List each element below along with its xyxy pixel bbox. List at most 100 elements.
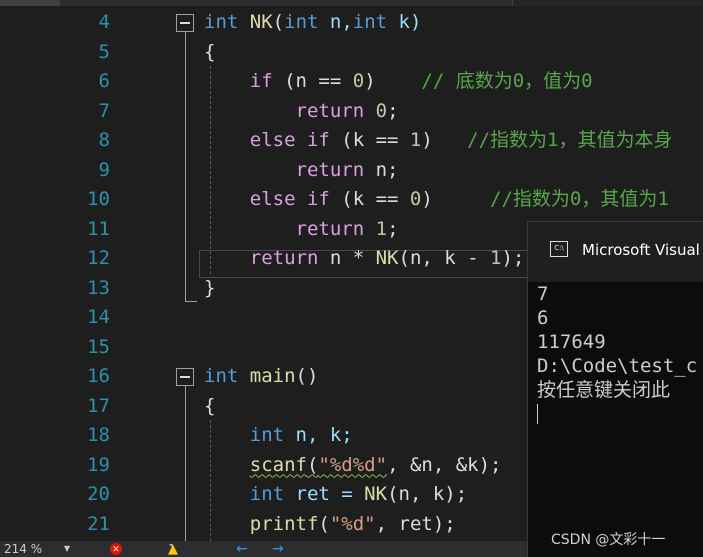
code-token: int (352, 11, 388, 33)
code-token: int (284, 11, 319, 33)
code-token: } (204, 276, 216, 299)
code-token: ) (421, 129, 433, 151)
code-string: "%d" (329, 512, 376, 535)
code-token: ; (387, 99, 399, 122)
warning-triangle-icon: ▲ (168, 542, 178, 557)
code-token: printf (249, 512, 319, 535)
code-line-7[interactable]: return 0; (204, 97, 399, 127)
line-number: 9 (98, 158, 110, 181)
warning-indicator[interactable]: ▲ 1 (168, 542, 178, 557)
code-token: n, k; (284, 424, 353, 446)
watermark: CSDN @文彩十一 (551, 532, 666, 548)
code-token: k) (387, 11, 422, 33)
code-token: if (249, 70, 273, 92)
line-number: 10 (87, 188, 110, 210)
code-token: return (295, 158, 365, 181)
fold-range-line (185, 386, 186, 541)
zoom-level[interactable]: 214 % (4, 542, 42, 556)
code-token: 0 (352, 70, 365, 92)
collapse-main-function-icon[interactable] (176, 368, 194, 386)
code-token: { (204, 40, 216, 63)
code-token: ; (387, 217, 399, 240)
error-indicator[interactable]: ✕ 0 (110, 542, 122, 556)
code-token: NK (375, 247, 399, 269)
console-icon: C:\ (550, 241, 568, 257)
code-line-12[interactable]: return n * NK(n, k - 1); (204, 244, 525, 274)
code-token: main (249, 365, 296, 387)
code-token: ( (272, 11, 285, 33)
zoom-dropdown-icon[interactable]: ▾ (64, 541, 70, 555)
code-comment: //指数为0，其值为1 (490, 188, 669, 210)
code-token: n; (364, 158, 399, 181)
code-token: else if (249, 188, 330, 210)
code-line-21[interactable]: printf("%d", ret); (204, 510, 456, 540)
code-line-4[interactable]: int NK(int n,int k) (204, 8, 421, 38)
code-token: ( (318, 512, 330, 535)
line-number: 20 (87, 483, 110, 505)
code-token: ) (421, 188, 433, 210)
fold-range-end (185, 301, 197, 302)
console-titlebar[interactable]: C:\ Microsoft Visual S (528, 222, 703, 282)
code-token: , &n, &k); (387, 453, 502, 476)
code-string: "%d%d" (318, 453, 388, 476)
error-circle-icon: ✕ (110, 543, 122, 555)
code-line-18[interactable]: int n, k; (204, 421, 353, 451)
console-output-line: 按任意键关闭此 (537, 379, 671, 401)
code-token: int (204, 11, 239, 33)
code-token: 1 (375, 217, 388, 240)
code-token: (k == (329, 129, 410, 151)
code-comment: //指数为1，其值为本身 (467, 129, 673, 151)
code-line-17[interactable]: { (204, 392, 215, 422)
code-token: int (249, 424, 285, 446)
code-token: 0 (409, 188, 422, 210)
line-number: 18 (87, 424, 110, 446)
code-line-16[interactable]: int main() (204, 362, 318, 392)
code-line-8[interactable]: else if (k == 1) //指数为1，其值为本身 (204, 126, 673, 156)
code-token: n, (318, 11, 353, 33)
code-token: (n, k - (398, 247, 491, 269)
code-token: ret = (284, 483, 365, 505)
code-token: else if (249, 129, 330, 151)
code-token: int (204, 365, 239, 387)
console-window[interactable]: C:\ Microsoft Visual S 7 6 117649 D:\Cod… (527, 221, 703, 557)
code-token: (n, k); (387, 483, 468, 505)
code-token: (k == (329, 188, 410, 210)
line-number: 12 (87, 247, 110, 269)
line-number: 11 (87, 217, 110, 240)
arrow-right-icon[interactable]: → (272, 542, 284, 556)
fold-range-line (185, 32, 186, 302)
code-token: int (249, 483, 285, 505)
line-number: 17 (87, 394, 110, 417)
code-token: return (249, 247, 319, 269)
code-line-6[interactable]: if (n == 0) // 底数为0，值为0 (204, 67, 593, 97)
code-token: ); (501, 247, 525, 269)
line-number: 16 (87, 365, 110, 387)
code-line-10[interactable]: else if (k == 0) //指数为0，其值为1 (204, 185, 669, 215)
code-line-5[interactable]: { (204, 38, 215, 68)
code-token: (n == (272, 70, 353, 92)
code-token: () (295, 365, 319, 387)
code-token: n * (318, 247, 376, 269)
console-title: Microsoft Visual S (582, 241, 703, 259)
code-token: 0 (375, 99, 388, 122)
code-line-13[interactable]: } (204, 274, 215, 304)
code-line-19[interactable]: scanf("%d%d", &n, &k); (204, 451, 502, 481)
code-token: NK (249, 11, 273, 33)
line-number: 6 (98, 70, 110, 92)
line-number: 4 (98, 11, 110, 33)
code-comment: // 底数为0，值为0 (421, 70, 593, 92)
code-line-20[interactable]: int ret = NK(n, k); (204, 480, 467, 510)
line-number: 21 (87, 512, 110, 535)
arrow-left-icon[interactable]: ← (236, 542, 248, 556)
collapse-nk-function-icon[interactable] (176, 14, 194, 32)
code-line-11[interactable]: return 1; (204, 215, 399, 245)
line-number: 7 (98, 99, 110, 122)
console-output-line: 117649 (537, 331, 606, 353)
line-number: 19 (87, 453, 110, 476)
code-token: scanf (249, 453, 307, 476)
code-line-9[interactable]: return n; (204, 156, 399, 186)
code-token: 1 (490, 247, 502, 269)
console-output-line: D:\Code\test_c (537, 355, 698, 377)
